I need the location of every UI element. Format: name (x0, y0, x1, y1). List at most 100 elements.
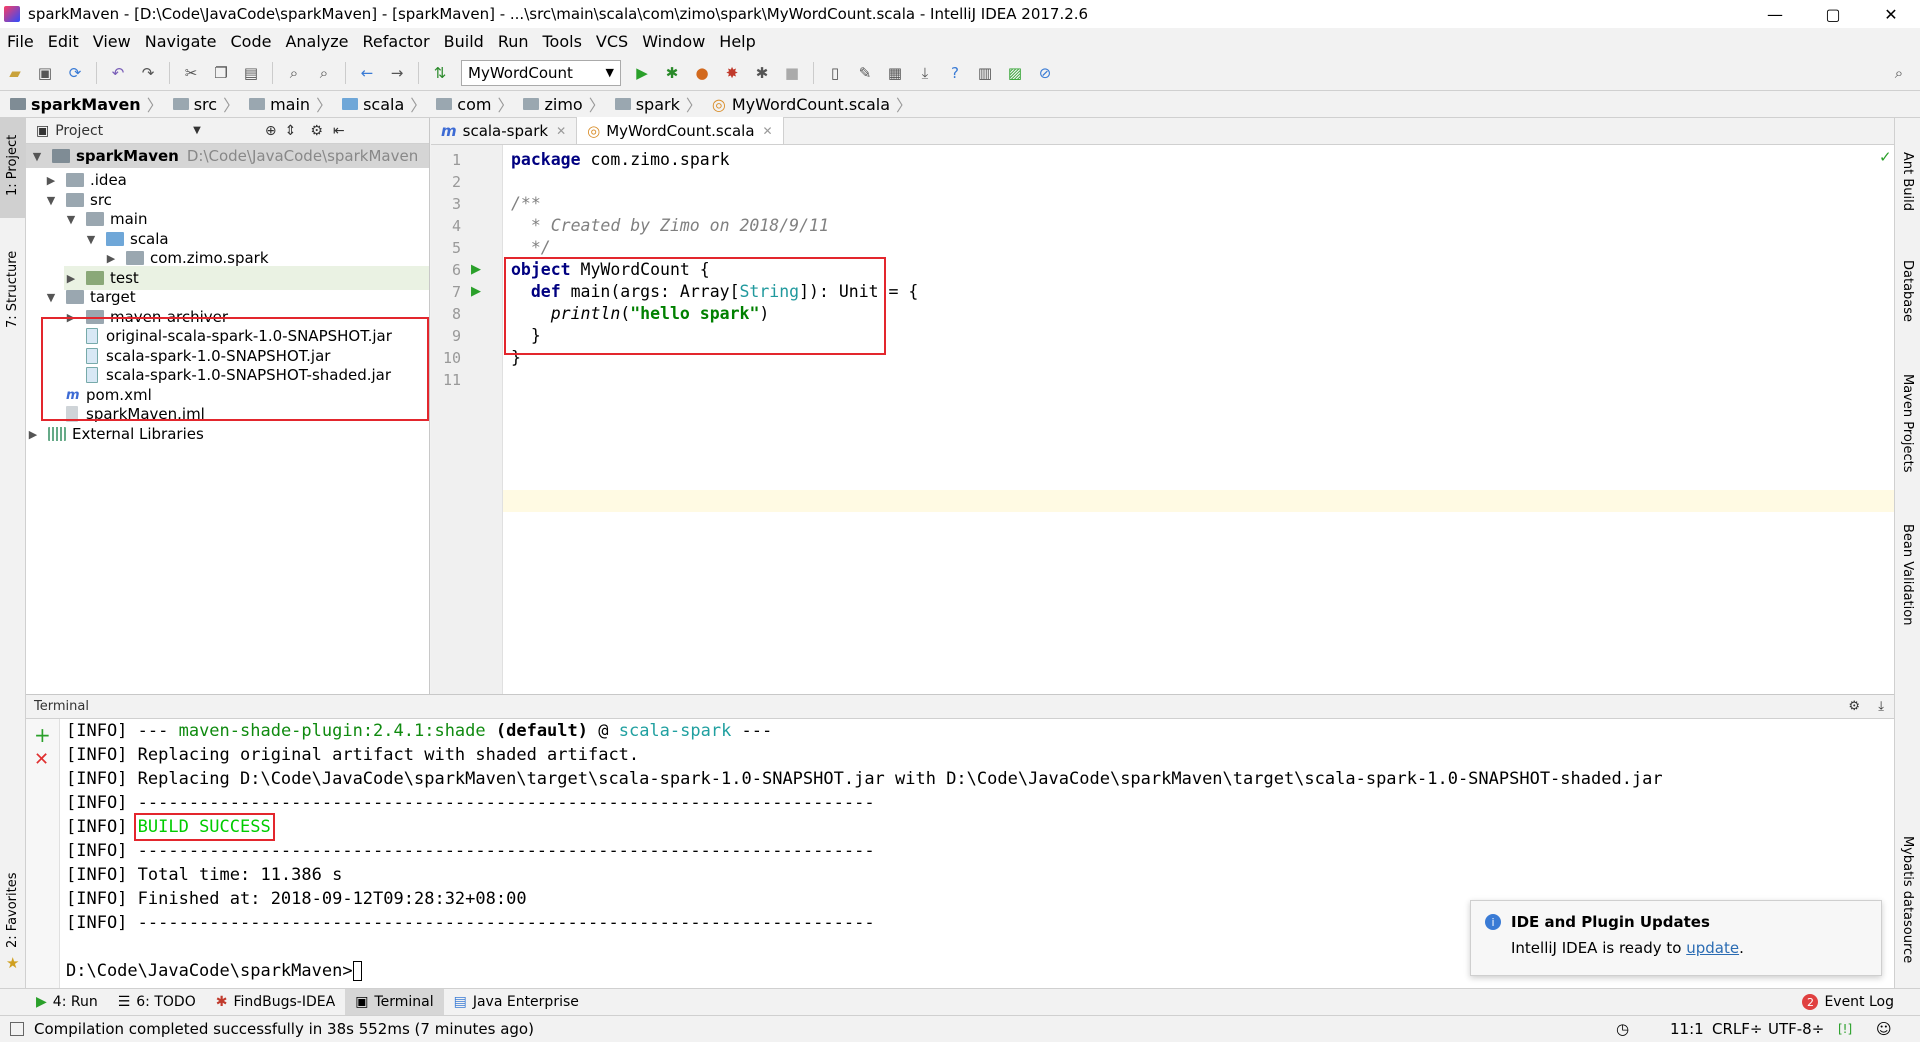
hide-panel-icon[interactable]: ⤓ (1878, 699, 1884, 714)
find-icon[interactable]: ⌕ (281, 60, 307, 86)
build-project-icon[interactable]: ⇅ (427, 60, 453, 86)
breadcrumb-item[interactable]: com 〉 (436, 92, 519, 116)
sdk-icon[interactable]: ⤓ (912, 60, 938, 86)
close-icon[interactable]: ✕ (34, 749, 49, 770)
terminal-icon[interactable]: ▥ (972, 60, 998, 86)
open-folder-icon[interactable]: ▰ (2, 60, 28, 86)
cut-icon[interactable]: ✂ (178, 60, 204, 86)
replace-icon[interactable]: ⌕ (311, 60, 337, 86)
close-icon[interactable]: ✕ (556, 124, 566, 138)
java-enterprise-tool-tab[interactable]: ▤ Java Enterprise (444, 989, 589, 1016)
terminal-tool-tab[interactable]: ▣ Terminal (345, 988, 444, 1016)
update-notification[interactable]: i IDE and Plugin Updates IntelliJ IDEA i… (1470, 900, 1882, 976)
menu-analyze[interactable]: Analyze (278, 32, 355, 51)
menu-run[interactable]: Run (491, 32, 536, 51)
menu-refactor[interactable]: Refactor (356, 32, 437, 51)
close-icon[interactable]: ✕ (763, 124, 773, 138)
event-log-tab[interactable]: 2 Event Log (1792, 989, 1904, 1016)
findbugs-tool-tab[interactable]: ✱ FindBugs-IDEA (206, 989, 345, 1016)
minimize-icon[interactable]: — (1746, 0, 1804, 28)
search-icon[interactable]: ⌕ (1886, 60, 1912, 86)
close-icon[interactable]: ✕ (1862, 0, 1920, 28)
maven-projects-tab[interactable]: Maven Projects (1900, 374, 1915, 473)
menu-view[interactable]: View (86, 32, 138, 51)
caret-position[interactable]: 11:1 (1670, 1020, 1704, 1038)
terminal-prompt[interactable]: D:\Code\JavaCode\sparkMaven> (66, 961, 362, 981)
mybatis-datasource-tab[interactable]: Mybatis datasource (1900, 836, 1915, 963)
status-toggle-icon[interactable] (10, 1022, 24, 1036)
tab-scala-spark[interactable]: m scala-spark ✕ (431, 117, 578, 144)
breadcrumb-item[interactable]: scala 〉 (342, 92, 432, 116)
attach-icon[interactable]: ✱ (749, 60, 775, 86)
inspector-icon[interactable]: ☺ (1876, 1020, 1892, 1038)
menu-navigate[interactable]: Navigate (138, 32, 224, 51)
save-icon[interactable]: ▣ (32, 60, 58, 86)
code-line-4[interactable]: * Created by Zimo on 2018/9/11 (511, 216, 829, 235)
line-separator[interactable]: CRLF÷ (1712, 1020, 1762, 1038)
menu-build[interactable]: Build (437, 32, 491, 51)
sync-icon[interactable]: ⟳ (62, 60, 88, 86)
ant-build-tab[interactable]: Ant Build (1900, 152, 1915, 211)
tab-mywordcount[interactable]: ◎ MyWordCount.scala ✕ (577, 117, 784, 144)
menu-file[interactable]: File (0, 32, 41, 51)
debug-icon[interactable]: ✱ (659, 60, 685, 86)
code-line-3[interactable]: /** (511, 194, 541, 213)
forward-icon[interactable]: → (384, 60, 410, 86)
update-link[interactable]: update (1686, 939, 1739, 957)
undo-icon[interactable]: ↶ (105, 60, 131, 86)
breadcrumb-item[interactable]: sparkMaven 〉 (10, 92, 169, 116)
memory-icon[interactable]: ◷ (1616, 1020, 1629, 1038)
tree-item-external-libraries[interactable]: ▶ External Libraries (26, 422, 204, 446)
run-config-select[interactable]: MyWordCount ▼ (461, 59, 621, 86)
no-icon[interactable]: ⊘ (1032, 60, 1058, 86)
database-tab[interactable]: Database (1900, 260, 1915, 322)
maximize-icon[interactable]: ▢ (1804, 0, 1862, 28)
back-icon[interactable]: ← (354, 60, 380, 86)
todo-tool-tab[interactable]: ☰ 6: TODO (108, 989, 206, 1016)
stop-icon[interactable]: ■ (779, 60, 805, 86)
breadcrumb-item[interactable]: ◎ MyWordCount.scala 〉 (712, 92, 918, 116)
menu-vcs[interactable]: VCS (589, 32, 635, 51)
profile-icon[interactable]: ✸ (719, 60, 745, 86)
add-icon[interactable]: + (34, 723, 51, 747)
editor-area: m scala-spark ✕ ◎ MyWordCount.scala ✕ 1 … (431, 117, 1894, 694)
gear-icon[interactable]: ⚙ (1848, 699, 1860, 714)
vcs-icon[interactable]: ▯ (822, 60, 848, 86)
collapse-all-icon[interactable]: ⇕ (285, 123, 297, 139)
project-structure-icon[interactable]: ▦ (882, 60, 908, 86)
breadcrumb-item[interactable]: zimo 〉 (523, 92, 610, 116)
redo-icon[interactable]: ↷ (135, 60, 161, 86)
hide-panel-icon[interactable]: ⇤ (333, 123, 345, 139)
breadcrumb-item[interactable]: spark 〉 (614, 92, 708, 116)
chevron-down-icon[interactable]: ▼ (193, 125, 201, 136)
menu-tools[interactable]: Tools (536, 32, 589, 51)
copy-icon[interactable]: ❐ (208, 60, 234, 86)
menu-help[interactable]: Help (712, 32, 762, 51)
paste-icon[interactable]: ▤ (238, 60, 264, 86)
gear-icon[interactable]: ⚙ (310, 123, 323, 139)
settings-icon[interactable]: ✎ (852, 60, 878, 86)
file-encoding[interactable]: UTF-8÷ (1768, 1020, 1824, 1038)
breadcrumb-item[interactable]: main 〉 (249, 92, 338, 116)
structure-tool-tab[interactable]: 7: Structure (5, 251, 20, 328)
menu-code[interactable]: Code (224, 32, 279, 51)
run-icon[interactable]: ▶ (629, 60, 655, 86)
project-tool-tab[interactable]: 1: Project (5, 135, 20, 196)
tree-root[interactable]: ▼ sparkMaven D:\Code\JavaCode\sparkMaven (26, 144, 429, 168)
run-tool-tab[interactable]: ▶ 4: Run (26, 989, 108, 1016)
chart-icon[interactable]: ▨ (1002, 60, 1028, 86)
project-panel-title[interactable]: Project (55, 123, 103, 139)
run-gutter-icon[interactable]: ▶ (471, 262, 481, 277)
favorites-tool-tab[interactable]: 2: Favorites (5, 872, 20, 948)
menu-window[interactable]: Window (635, 32, 712, 51)
help-icon[interactable]: ? (942, 60, 968, 86)
coverage-icon[interactable]: ● (689, 60, 715, 86)
code-line-5[interactable]: */ (511, 238, 551, 257)
scroll-from-source-icon[interactable]: ⊕ (265, 123, 277, 139)
breadcrumb-item[interactable]: src 〉 (172, 92, 245, 116)
code-line-1[interactable]: package com.zimo.spark (511, 150, 730, 169)
run-gutter-icon[interactable]: ▶ (471, 284, 481, 299)
menu-edit[interactable]: Edit (41, 32, 86, 51)
event-count-badge: 2 (1802, 994, 1819, 1010)
bean-validation-tab[interactable]: Bean Validation (1900, 524, 1915, 625)
